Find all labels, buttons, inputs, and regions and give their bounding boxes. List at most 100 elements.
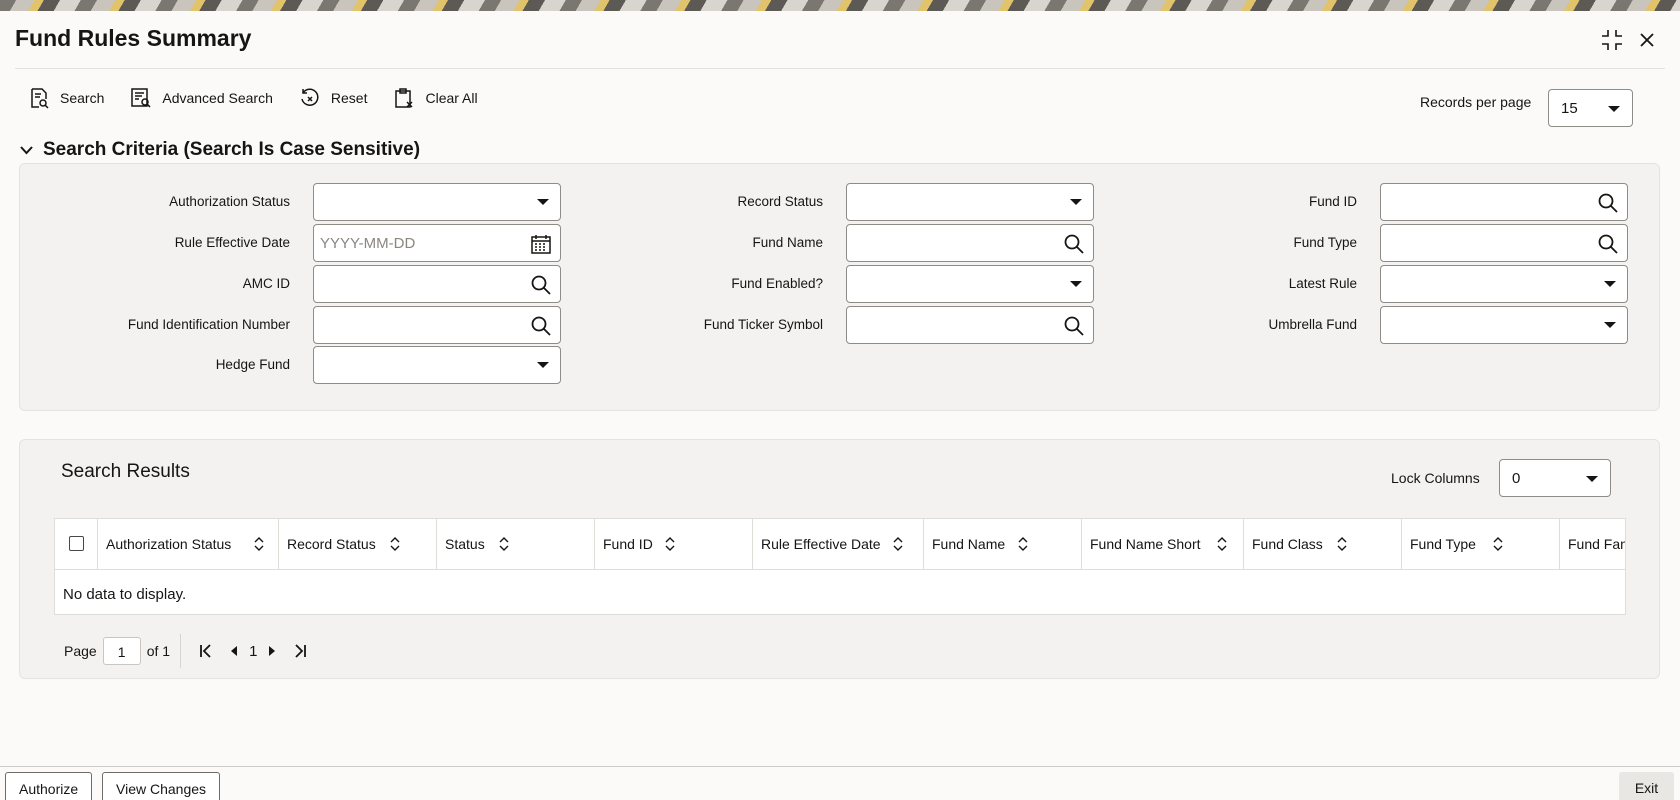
advanced-search-icon (131, 88, 151, 108)
chevron-down-icon (1604, 281, 1616, 287)
fund-ticker-symbol-label: Fund Ticker Symbol (703, 317, 823, 332)
fund-id-label: Fund ID (1308, 194, 1357, 209)
column-header-authorization-status[interactable]: Authorization Status (98, 519, 279, 570)
column-header-label: Fund Fan (1568, 536, 1626, 552)
amc-id-field[interactable] (313, 265, 561, 303)
sort-icon (665, 537, 675, 551)
close-icon[interactable] (1634, 27, 1660, 53)
column-header-label: Record Status (287, 536, 376, 552)
lock-columns-label: Lock Columns (1391, 470, 1480, 486)
sort-icon (1493, 537, 1503, 551)
amc-id-label: AMC ID (242, 276, 290, 291)
search-icon[interactable] (1597, 192, 1619, 219)
clipboard-clear-icon (395, 88, 413, 108)
column-header-fund-family[interactable]: Fund Fan (1560, 519, 1626, 570)
column-header-label: Fund Name Short (1090, 536, 1201, 552)
hedge-fund-label: Hedge Fund (215, 357, 290, 372)
first-page-icon[interactable] (199, 644, 213, 658)
pagination: Page 1 of 1 1 (64, 634, 315, 668)
title-divider (15, 68, 1665, 69)
page-number-input[interactable]: 1 (102, 637, 141, 665)
search-icon[interactable] (530, 274, 552, 301)
column-header-fund-name[interactable]: Fund Name (924, 519, 1082, 570)
sort-icon (893, 537, 903, 551)
column-header-label: Fund Class (1252, 536, 1323, 552)
column-header-fund-type[interactable]: Fund Type (1402, 519, 1560, 570)
hedge-fund-select[interactable] (313, 346, 561, 384)
chevron-down-icon (1070, 281, 1082, 287)
clear-all-button[interactable]: Clear All (393, 87, 478, 109)
fund-rules-summary-window: Fund Rules Summary Search Advanced Searc… (0, 11, 1680, 800)
collapse-icon[interactable] (1599, 27, 1625, 53)
fund-identification-number-label: Fund Identification Number (127, 317, 290, 332)
previous-page-icon[interactable] (229, 645, 239, 657)
chevron-down-icon (537, 362, 549, 368)
last-page-icon[interactable] (293, 644, 307, 658)
next-page-icon[interactable] (267, 645, 277, 657)
search-criteria-panel: Authorization Status Rule Effective Date… (19, 163, 1660, 411)
authorization-status-label: Authorization Status (169, 194, 290, 209)
sort-icon (390, 537, 400, 551)
rule-effective-date-field[interactable]: YYYY-MM-DD (313, 224, 561, 262)
footer-bar: Authorize View Changes Exit (0, 766, 1680, 800)
search-criteria-title: Search Criteria (Search Is Case Sensitiv… (43, 139, 421, 160)
search-icon[interactable] (1063, 233, 1085, 260)
empty-table-message: No data to display. (63, 586, 187, 603)
advanced-search-button-label: Advanced Search (162, 90, 273, 106)
authorize-button[interactable]: Authorize (5, 772, 93, 800)
select-all-checkbox[interactable] (69, 536, 84, 551)
records-per-page-label: Records per page (1420, 94, 1532, 110)
calendar-icon[interactable] (530, 233, 552, 260)
fund-id-field[interactable] (1380, 183, 1628, 221)
umbrella-fund-select[interactable] (1380, 306, 1628, 344)
search-icon[interactable] (1597, 233, 1619, 260)
top-banner-strip (0, 0, 1680, 11)
fund-enabled-select[interactable] (846, 265, 1094, 303)
fund-name-field[interactable] (846, 224, 1094, 262)
chevron-down-icon (537, 199, 549, 205)
toolbar: Search Advanced Search Reset Clear All (28, 83, 504, 113)
search-button[interactable]: Search (28, 87, 104, 109)
current-page-number: 1 (249, 642, 258, 660)
chevron-down-icon (20, 145, 33, 154)
view-changes-button[interactable]: View Changes (102, 772, 221, 800)
table-header: Authorization Status Record Status Statu… (55, 519, 1626, 570)
column-header-status[interactable]: Status (437, 519, 595, 570)
records-per-page-select[interactable]: 15 (1548, 89, 1633, 127)
chevron-down-icon (1604, 322, 1616, 328)
page-label: Page (64, 643, 97, 659)
latest-rule-label: Latest Rule (1288, 276, 1357, 291)
chevron-down-icon (1608, 106, 1620, 112)
exit-button[interactable]: Exit (1619, 772, 1674, 800)
reset-icon (301, 88, 319, 106)
fund-ticker-symbol-field[interactable] (846, 306, 1094, 344)
column-header-fund-class[interactable]: Fund Class (1244, 519, 1402, 570)
column-header-fund-id[interactable]: Fund ID (595, 519, 753, 570)
column-header-fund-name-short[interactable]: Fund Name Short (1082, 519, 1244, 570)
latest-rule-select[interactable] (1380, 265, 1628, 303)
page-title: Fund Rules Summary (15, 25, 252, 51)
lock-columns-select[interactable]: 0 (1499, 459, 1611, 497)
reset-button-label: Reset (330, 90, 368, 106)
lock-columns-value: 0 (1512, 470, 1521, 487)
column-header-label: Fund Name (932, 536, 1006, 552)
search-icon[interactable] (530, 315, 552, 342)
search-results-panel: Search Results Lock Columns 0 Authorizat… (19, 439, 1660, 679)
advanced-search-button[interactable]: Advanced Search (130, 87, 273, 109)
record-status-select[interactable] (846, 183, 1094, 221)
fund-name-label: Fund Name (752, 235, 823, 250)
search-doc-icon (31, 88, 49, 109)
column-header-label: Authorization Status (106, 536, 232, 552)
search-icon[interactable] (1063, 315, 1085, 342)
column-header-rule-effective-date[interactable]: Rule Effective Date (753, 519, 924, 570)
chevron-down-icon (1070, 199, 1082, 205)
title-bar: Fund Rules Summary (0, 11, 1680, 69)
authorization-status-select[interactable] (313, 183, 561, 221)
column-header-record-status[interactable]: Record Status (279, 519, 437, 570)
search-criteria-toggle[interactable]: Search Criteria (Search Is Case Sensitiv… (20, 139, 420, 161)
fund-identification-number-field[interactable] (313, 306, 561, 344)
fund-type-field[interactable] (1380, 224, 1628, 262)
sort-icon (499, 537, 509, 551)
reset-button[interactable]: Reset (299, 87, 368, 109)
record-status-label: Record Status (737, 194, 823, 209)
